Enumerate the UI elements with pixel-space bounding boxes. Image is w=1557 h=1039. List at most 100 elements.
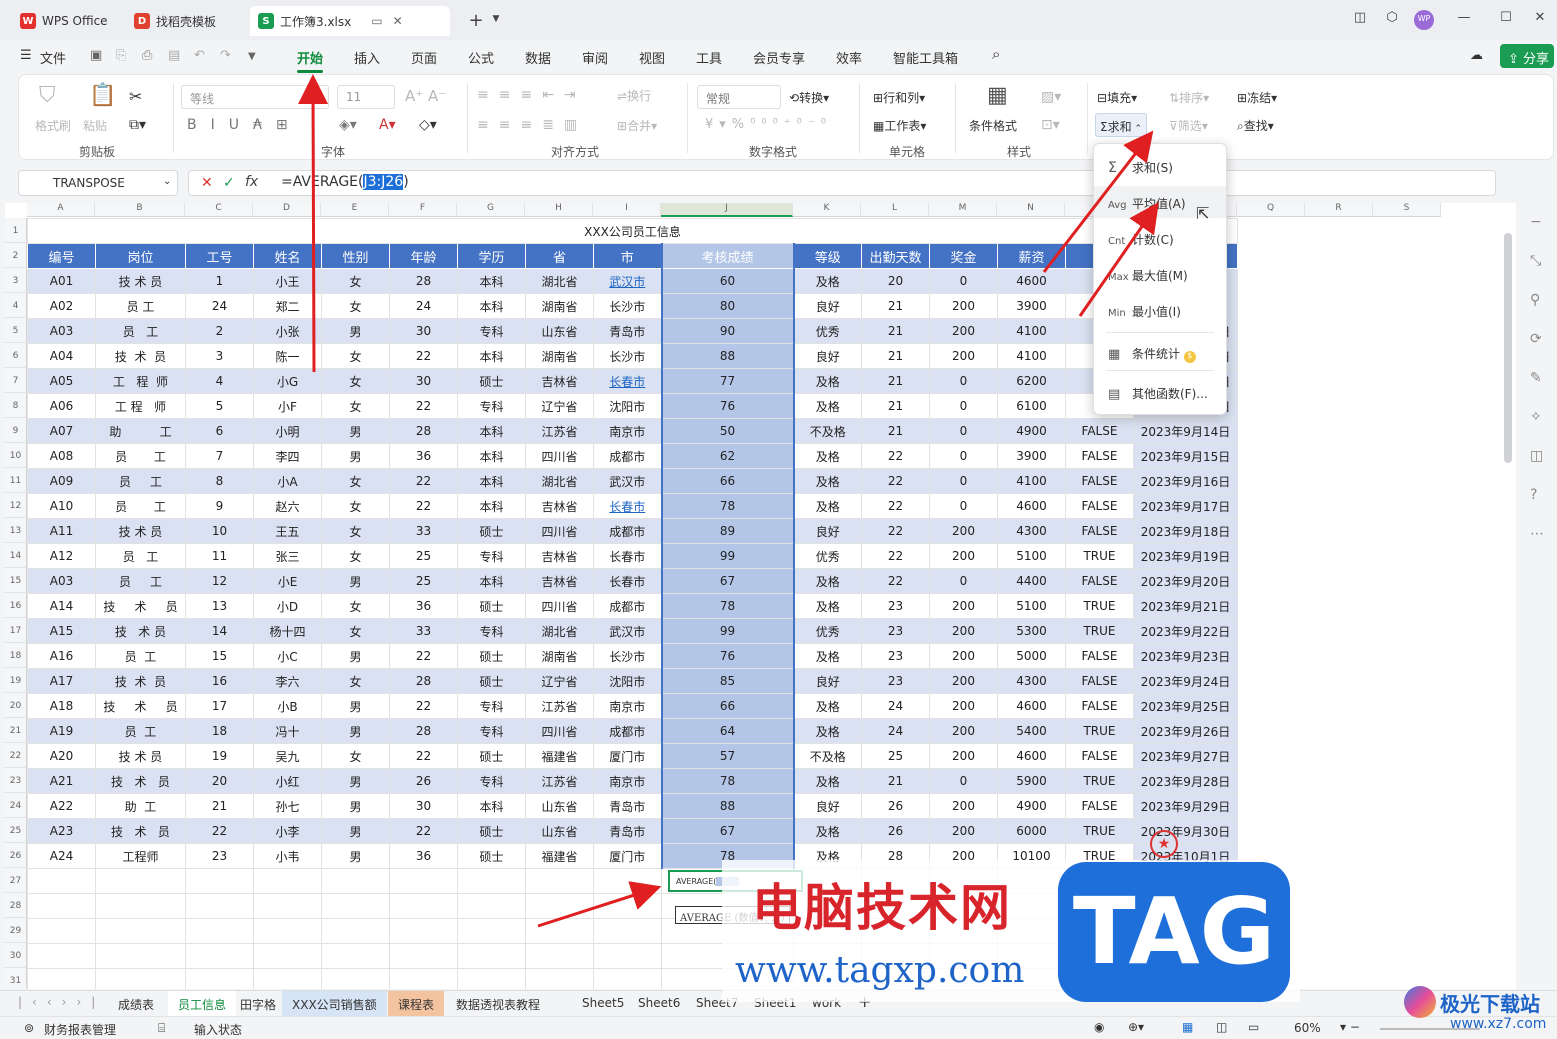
table-cell[interactable]: 25 [861, 743, 930, 769]
menu-file[interactable]: 文件 [40, 48, 66, 67]
border-icon[interactable]: ⊡▾ [1041, 117, 1060, 133]
sheet-tab[interactable]: XXX公司销售额 [282, 991, 387, 1016]
table-cell[interactable]: 小明 [253, 418, 322, 444]
table-cell[interactable]: 66 [660, 468, 795, 494]
table-cell[interactable]: 21 [861, 418, 930, 444]
page-break-icon[interactable]: ▭ [1248, 1020, 1259, 1034]
find-button[interactable]: ⌕查找▾ [1237, 117, 1274, 134]
table-cell[interactable]: 山东省 [525, 818, 594, 844]
table-cell[interactable]: 2023年9月21日 [1133, 593, 1238, 619]
sheet-tab[interactable]: Sheet6 [628, 991, 690, 1016]
table-cell[interactable]: TRUE [1065, 768, 1134, 794]
table-cell[interactable]: TRUE [1065, 718, 1134, 744]
table-cell[interactable]: 22 [389, 743, 458, 769]
table-cell[interactable]: 67 [660, 818, 795, 844]
table-cell[interactable]: 青岛市 [593, 793, 662, 819]
table-cell[interactable]: 不及格 [793, 418, 862, 444]
row-header[interactable]: 4 [5, 293, 27, 318]
table-cell[interactable]: 200 [929, 668, 998, 694]
table-cell[interactable]: A23 [27, 818, 96, 844]
table-cell[interactable]: 0 [929, 268, 998, 294]
table-cell[interactable]: 89 [660, 518, 795, 544]
sheet-tab[interactable]: 数据透视表教程 [446, 991, 550, 1016]
table-cell[interactable]: 12 [185, 568, 254, 594]
table-cell[interactable]: 技 术 员 [95, 668, 186, 694]
table-cell[interactable]: 24 [861, 718, 930, 744]
menu-data[interactable]: 数据 [525, 48, 551, 67]
empty-cell[interactable] [253, 918, 322, 944]
table-cell[interactable]: 21 [861, 368, 930, 394]
table-cell[interactable]: 6100 [997, 393, 1066, 419]
table-cell[interactable]: 专科 [457, 393, 526, 419]
table-cell[interactable]: 成都市 [593, 443, 662, 469]
table-cell[interactable]: 3900 [997, 443, 1066, 469]
column-header[interactable]: S [1373, 203, 1441, 217]
horizontal-align-icons[interactable]: ≡≡≡≣▥ [477, 117, 587, 133]
sheet-tab[interactable]: 员工信息 [168, 991, 237, 1016]
table-cell[interactable]: 李六 [253, 668, 322, 694]
table-cell[interactable]: 硕士 [457, 743, 526, 769]
table-cell[interactable]: 22 [861, 468, 930, 494]
empty-cell[interactable] [185, 918, 254, 944]
conditional-format-icon[interactable]: ▦ [987, 83, 1008, 108]
table-cell[interactable]: 湖南省 [525, 343, 594, 369]
empty-cell[interactable] [27, 918, 96, 944]
empty-cell[interactable] [253, 943, 322, 969]
table-cell[interactable]: 2023年9月28日 [1133, 768, 1238, 794]
empty-cell[interactable] [27, 943, 96, 969]
row-header[interactable]: 30 [5, 943, 27, 968]
table-cell[interactable]: TRUE [1065, 543, 1134, 569]
column-header[interactable]: J [661, 203, 793, 217]
table-cell[interactable]: 吉林省 [525, 368, 594, 394]
minimize-icon[interactable]: — [1454, 10, 1474, 30]
table-cell[interactable]: 36 [389, 593, 458, 619]
table-cell[interactable]: 技 术 员 [95, 618, 186, 644]
table-cell[interactable]: 青岛市 [593, 818, 662, 844]
table-cell[interactable]: 本科 [457, 468, 526, 494]
empty-cell[interactable] [321, 893, 390, 919]
column-header[interactable]: C [185, 203, 253, 217]
number-format-select[interactable]: 常规 [697, 85, 781, 109]
table-cell[interactable]: 2023年9月20日 [1133, 568, 1238, 594]
table-cell[interactable]: 5000 [997, 643, 1066, 669]
row-header[interactable]: 26 [5, 843, 27, 868]
cube-icon[interactable]: ⬡ [1382, 10, 1402, 30]
table-cell[interactable]: 良好 [793, 518, 862, 544]
table-cell[interactable]: 女 [321, 268, 390, 294]
table-cell[interactable]: 0 [929, 568, 998, 594]
sort-button[interactable]: ⇅排序▾ [1169, 89, 1209, 106]
row-header[interactable]: 24 [5, 793, 27, 818]
table-cell[interactable]: A09 [27, 468, 96, 494]
table-cell[interactable]: 21 [185, 793, 254, 819]
empty-cell[interactable] [525, 968, 594, 989]
row-header[interactable]: 6 [5, 343, 27, 368]
empty-cell[interactable] [321, 868, 390, 894]
table-cell[interactable]: 0 [929, 368, 998, 394]
table-cell[interactable]: 孙七 [253, 793, 322, 819]
table-cell[interactable]: TRUE [1065, 618, 1134, 644]
table-cell[interactable]: 200 [929, 543, 998, 569]
table-cell[interactable]: 2023年9月17日 [1133, 493, 1238, 519]
empty-cell[interactable] [95, 968, 186, 989]
table-cell[interactable]: 技 术 员 [95, 268, 186, 294]
table-cell[interactable]: 长春市 [593, 368, 662, 394]
table-cell[interactable]: 及格 [793, 693, 862, 719]
table-cell[interactable]: 22 [389, 818, 458, 844]
column-header[interactable]: F [389, 203, 457, 217]
empty-cell[interactable] [321, 943, 390, 969]
table-cell[interactable]: 21 [861, 393, 930, 419]
menu-item-other-functions[interactable]: ▤ 其他函数(F)... [1094, 376, 1226, 408]
menu-efficiency[interactable]: 效率 [836, 48, 862, 67]
table-cell[interactable]: 及格 [793, 393, 862, 419]
table-cell[interactable]: 10 [185, 518, 254, 544]
table-cell[interactable]: 1 [185, 268, 254, 294]
table-cell[interactable]: A03 [27, 568, 96, 594]
table-cell[interactable]: 硕士 [457, 843, 526, 869]
table-cell[interactable]: 2023年9月16日 [1133, 468, 1238, 494]
table-cell[interactable]: 优秀 [793, 543, 862, 569]
new-tab-button[interactable]: + [466, 10, 486, 31]
font-size-select[interactable]: 11 [337, 85, 395, 109]
table-cell[interactable]: 5900 [997, 768, 1066, 794]
table-cell[interactable]: 及格 [793, 368, 862, 394]
sheet-nav-icons[interactable]: |‹‹››| [18, 995, 105, 1009]
